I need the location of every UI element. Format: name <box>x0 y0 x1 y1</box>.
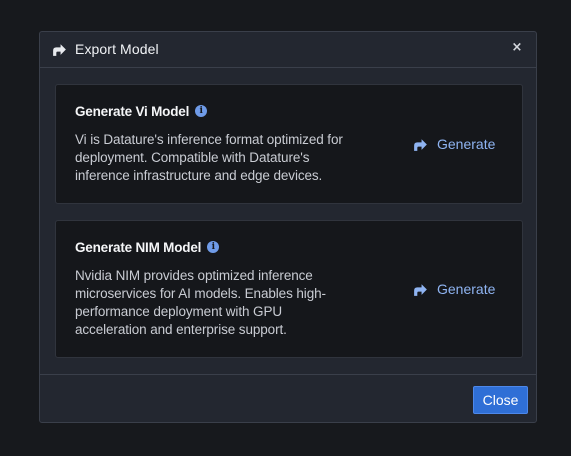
generate-vi-button[interactable]: Generate <box>412 134 495 154</box>
vi-model-description: Vi is Datature's inference format optimi… <box>75 132 343 183</box>
close-icon[interactable]: × <box>510 40 524 56</box>
nim-model-description: Nvidia NIM provides optimized inference … <box>75 268 326 337</box>
dialog-body: Generate Vi Model i Vi is Datature's infe… <box>40 68 536 375</box>
dialog-header: Export Model × <box>40 32 536 68</box>
export-arrow-icon <box>414 138 427 151</box>
info-icon[interactable]: i <box>195 105 208 118</box>
nim-model-card: Generate NIM Model i Nvidia NIM provides … <box>55 220 523 358</box>
close-button[interactable]: Close <box>473 386 528 414</box>
info-icon[interactable]: i <box>207 241 220 254</box>
export-arrow-icon <box>414 283 427 296</box>
export-model-dialog: Export Model × Generate Vi Model i Vi is … <box>39 31 537 423</box>
dialog-footer: Close <box>40 374 536 424</box>
nim-model-title: Generate NIM Model <box>75 240 202 255</box>
export-arrow-icon <box>53 44 66 56</box>
vi-model-card: Generate Vi Model i Vi is Datature's infe… <box>55 84 523 204</box>
generate-nim-label: Generate <box>437 281 496 297</box>
generate-vi-label: Generate <box>437 136 496 152</box>
dialog-title: Export Model <box>75 41 159 57</box>
card-title: Generate NIM Model i <box>75 240 220 255</box>
card-title: Generate Vi Model i <box>75 104 208 119</box>
generate-nim-button[interactable]: Generate <box>412 279 495 299</box>
vi-model-title: Generate Vi Model <box>75 104 190 119</box>
